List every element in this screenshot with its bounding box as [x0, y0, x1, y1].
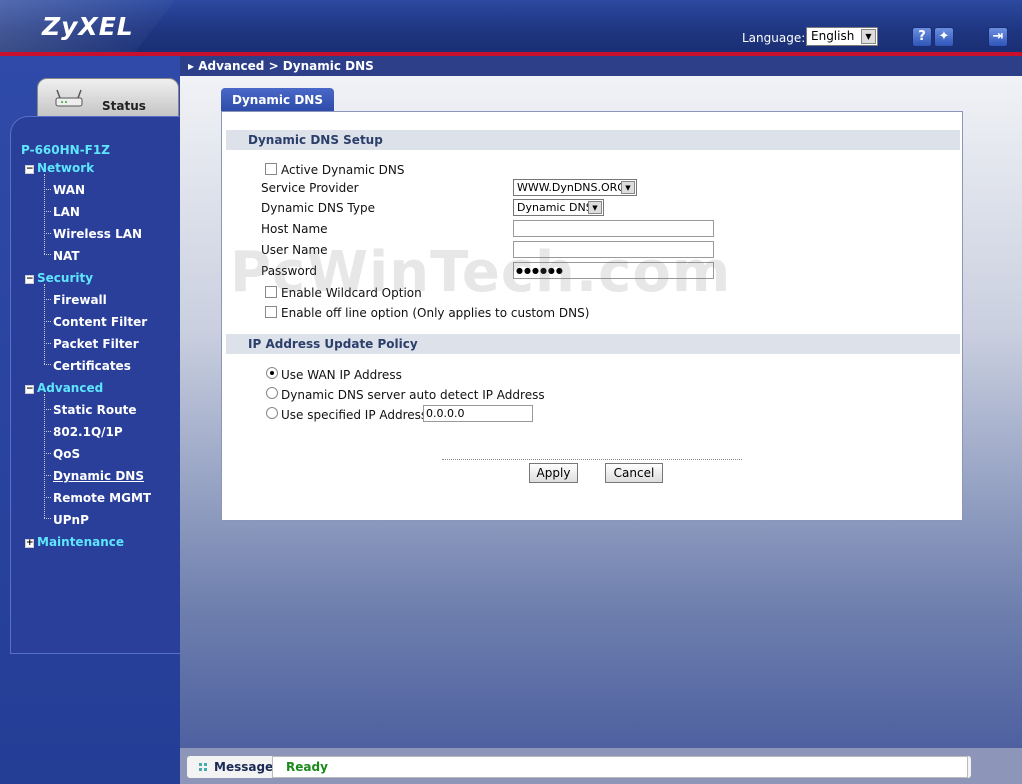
nav-item-upnp[interactable]: UPnP: [53, 513, 89, 527]
nav-item-dynamic-dns[interactable]: Dynamic DNS: [53, 469, 144, 483]
password-label: Password: [261, 264, 318, 278]
active-ddns-checkbox[interactable]: [265, 163, 277, 175]
offline-checkbox[interactable]: [265, 306, 277, 318]
help-icon[interactable]: ?: [912, 27, 932, 47]
tab-dynamic-dns[interactable]: Dynamic DNS: [221, 88, 334, 112]
nav-item-nat[interactable]: NAT: [53, 249, 80, 263]
nav-group-security[interactable]: − Security: [25, 271, 93, 285]
nav-item-lan[interactable]: LAN: [53, 205, 80, 219]
wildcard-checkbox[interactable]: [265, 286, 277, 298]
specified-ip-label: Use specified IP Address: [281, 408, 428, 422]
message-status: Ready: [272, 756, 968, 778]
expand-icon: +: [25, 538, 34, 548]
nav-item-firewall[interactable]: Firewall: [53, 293, 107, 307]
nav-group-network[interactable]: − Network: [25, 161, 94, 175]
wizard-icon[interactable]: ✦: [934, 27, 954, 47]
tree-line: [44, 174, 45, 254]
radio-specified-ip[interactable]: [266, 407, 278, 419]
wildcard-label: Enable Wildcard Option: [281, 286, 422, 300]
service-provider-select[interactable]: WWW.DynDNS.ORG ▼: [513, 179, 637, 196]
chevron-down-icon: ▼: [588, 201, 602, 214]
ddns-type-label: Dynamic DNS Type: [261, 201, 375, 215]
language-label: Language:: [742, 31, 806, 45]
message-label: Message: [214, 760, 274, 774]
message-dots-icon: [199, 763, 207, 771]
collapse-icon: −: [25, 384, 34, 394]
nav-group-maintenance[interactable]: + Maintenance: [25, 535, 124, 549]
collapse-icon: −: [25, 274, 34, 284]
ddns-type-select[interactable]: Dynamic DNS ▼: [513, 199, 604, 216]
breadcrumb-arrow-icon: ▸: [188, 59, 199, 73]
offline-label: Enable off line option (Only applies to …: [281, 306, 590, 320]
user-name-label: User Name: [261, 243, 328, 257]
nav-item-remote-mgmt[interactable]: Remote MGMT: [53, 491, 151, 505]
status-label: Status: [102, 99, 146, 113]
nav-item-certificates[interactable]: Certificates: [53, 359, 131, 373]
specified-ip-input[interactable]: 0.0.0.0: [423, 405, 533, 422]
apply-button[interactable]: Apply: [529, 463, 578, 483]
section-ddns-setup: Dynamic DNS Setup: [226, 130, 960, 150]
nav-group-advanced[interactable]: − Advanced: [25, 381, 103, 395]
device-name: P-660HN-F1Z: [21, 143, 110, 157]
section-ip-update-policy: IP Address Update Policy: [226, 334, 960, 354]
logout-icon[interactable]: ⇥: [988, 27, 1008, 47]
nav-item-packet-filter[interactable]: Packet Filter: [53, 337, 139, 351]
nav-item-qos[interactable]: QoS: [53, 447, 80, 461]
nav-panel: P-660HN-F1Z − Network WAN LAN Wireless LA…: [10, 116, 180, 654]
chevron-down-icon: ▼: [621, 181, 635, 194]
ddns-panel: Dynamic DNS Setup Active Dynamic DNS Ser…: [221, 111, 963, 521]
divider: [442, 459, 742, 460]
service-provider-label: Service Provider: [261, 181, 359, 195]
host-name-input[interactable]: [513, 220, 714, 237]
active-ddns-label: Active Dynamic DNS: [281, 163, 405, 177]
router-icon: [55, 89, 83, 107]
host-name-label: Host Name: [261, 222, 328, 236]
language-select[interactable]: English ▼: [806, 27, 878, 46]
chevron-down-icon: ▼: [861, 29, 876, 44]
auto-detect-ip-label: Dynamic DNS server auto detect IP Addres…: [281, 388, 545, 402]
header-bar: ZyXEL Language: English ▼ ? ✦ ⇥: [0, 0, 1022, 56]
nav-item-wireless-lan[interactable]: Wireless LAN: [53, 227, 142, 241]
collapse-icon: −: [25, 164, 34, 174]
radio-auto-detect-ip[interactable]: [266, 387, 278, 399]
password-input[interactable]: ●●●●●●: [513, 262, 714, 279]
nav-item-content-filter[interactable]: Content Filter: [53, 315, 147, 329]
radio-use-wan-ip[interactable]: [266, 367, 278, 379]
language-value: English: [811, 29, 855, 43]
breadcrumb-text: Advanced > Dynamic DNS: [198, 59, 374, 73]
nav-item-8021q[interactable]: 802.1Q/1P: [53, 425, 123, 439]
use-wan-ip-label: Use WAN IP Address: [281, 368, 402, 382]
nav-item-wan[interactable]: WAN: [53, 183, 85, 197]
user-name-input[interactable]: [513, 241, 714, 258]
cancel-button[interactable]: Cancel: [605, 463, 663, 483]
sidebar: Status P-660HN-F1Z − Network WAN LAN Wire…: [0, 56, 180, 784]
nav-item-static-route[interactable]: Static Route: [53, 403, 137, 417]
breadcrumb: ▸ Advanced > Dynamic DNS: [180, 56, 1022, 76]
zyxel-logo: ZyXEL: [42, 12, 134, 41]
